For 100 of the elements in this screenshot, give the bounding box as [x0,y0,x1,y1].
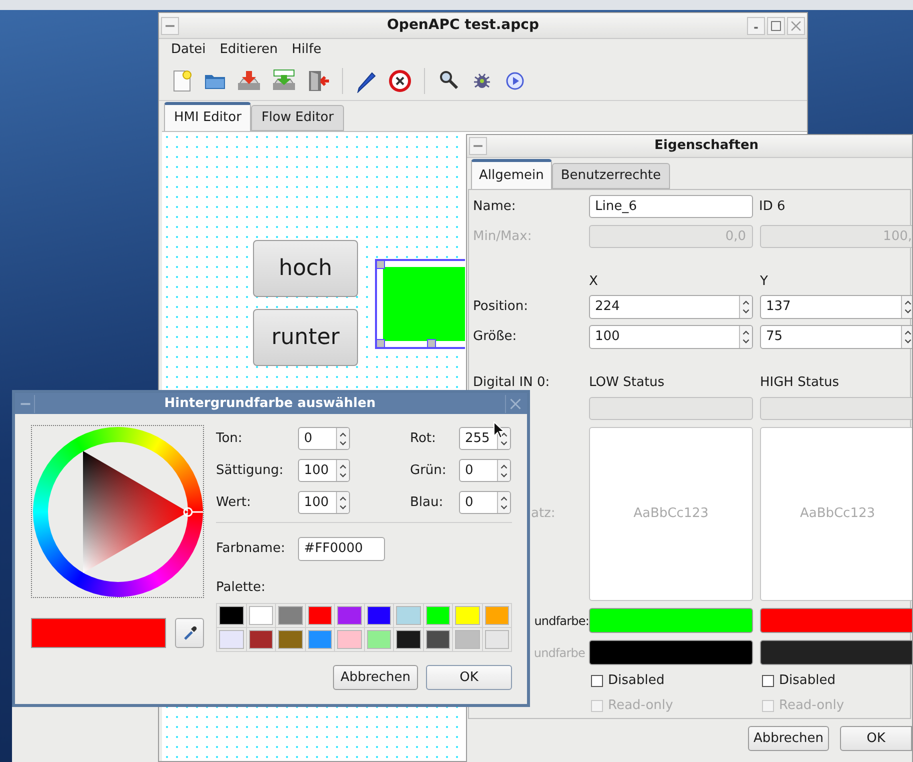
spin-box[interactable]: 0 [459,459,511,482]
spin-box[interactable]: 100 [298,491,350,514]
dialog-button[interactable]: Abbrechen [748,726,829,751]
tray-arrow-icon[interactable] [236,68,262,92]
palette-swatch[interactable] [308,606,332,625]
palette-swatch[interactable] [278,630,302,649]
palette-swatch[interactable] [308,630,332,649]
palette-swatch[interactable] [455,630,480,649]
color-picker[interactable] [31,425,204,598]
tab[interactable]: Flow Editor [251,105,344,131]
palette-swatch[interactable] [426,630,450,649]
field-label: Farbname: [216,541,286,556]
color-button[interactable] [760,608,912,633]
spin-box[interactable]: 224 [589,295,753,319]
canvas-button[interactable]: hoch [253,240,358,297]
palette-swatch[interactable] [248,606,273,625]
dialog-button[interactable]: Abbrechen [333,665,418,690]
spin-box[interactable]: 75 [760,325,912,349]
tab[interactable]: Benutzerrechte [552,163,670,189]
field-label: Position: [473,299,528,314]
field-label: Grün: [410,462,446,478]
menu-item[interactable]: Datei [171,40,206,60]
palette-swatch[interactable] [337,606,362,625]
color-name-field[interactable]: #FF0000 [298,537,385,561]
palette-swatch[interactable] [248,630,273,649]
spin-arrows-icon[interactable] [336,460,349,481]
dialog-button[interactable]: OK [840,726,912,751]
eyedropper-icon [182,625,198,641]
field-label: undfarbe: [534,612,589,630]
field-label: Name: [473,198,516,214]
tab[interactable]: Allgemein [471,159,552,189]
eyedropper-button[interactable] [175,618,204,648]
checkbox-label: Disabled [779,672,836,690]
cancel-circle-icon[interactable] [388,68,412,92]
field-label: Größe: [473,329,517,344]
palette-swatch[interactable] [219,630,244,649]
tray-arrow-icon[interactable] [271,68,297,92]
window-title: Hintergrundfarbe auswählen [164,394,376,413]
spin-box[interactable]: 100 [298,459,350,482]
menu-item[interactable]: Editieren [220,40,278,60]
spin-arrows-icon[interactable] [497,492,510,513]
palette-swatch[interactable] [484,606,509,625]
field-label: Rot: [410,430,436,446]
field-label: Palette: [216,579,266,598]
spin-arrows-icon[interactable] [739,326,752,348]
palette-swatch[interactable] [426,606,450,625]
max-field: 100, [760,225,912,248]
field-label: Min/Max: [473,228,532,244]
spin-arrows-icon[interactable] [497,460,510,481]
spin-arrows-icon[interactable] [901,296,912,318]
spin-arrows-icon[interactable] [739,296,752,318]
spin-arrows-icon[interactable] [336,492,349,513]
door-arrow-icon[interactable] [306,68,330,92]
palette-swatch[interactable] [337,630,362,649]
color-button[interactable] [589,640,753,665]
checkbox[interactable] [762,675,774,687]
maximize-icon[interactable] [767,16,785,34]
field-label: atz: [531,506,556,522]
spin-arrows-icon[interactable] [901,326,912,348]
menu-item[interactable]: Hilfe [292,40,322,60]
palette-swatch[interactable] [396,606,420,625]
spin-arrows-icon[interactable] [336,428,349,449]
field-label: Sättigung: [216,462,284,478]
palette-swatch[interactable] [366,606,391,625]
field-label: Ton: [216,430,242,446]
spin-box[interactable]: 100 [589,325,753,349]
palette-swatch[interactable] [219,606,244,625]
color-button[interactable] [760,640,912,665]
mouse-pointer-icon [493,421,505,439]
palette-swatch[interactable] [455,606,480,625]
checkbox-label: Disabled [608,672,664,690]
canvas-button[interactable]: runter [253,309,358,366]
tab[interactable]: HMI Editor [164,102,252,131]
column-heading: HIGH Status [760,374,840,392]
field-label: Wert: [216,494,251,510]
name-field[interactable]: Line_6 [589,195,753,218]
window-title: OpenAPC test.apcp [387,16,539,35]
field-label: undfarbe [534,644,585,662]
checkbox-label: Read-only [779,697,844,716]
palette-swatch[interactable] [484,630,509,649]
spin-box[interactable]: 0 [298,427,350,450]
checkbox-label: Read-only [608,697,674,716]
color-button[interactable] [589,608,753,633]
spin-box[interactable]: 137 [760,295,912,319]
field-label: Digital IN 0: [473,375,550,390]
min-field: 0,0 [589,225,753,248]
rectangle-shape[interactable] [375,259,465,349]
dialog-button[interactable]: OK [426,665,512,690]
column-heading: X [589,274,598,290]
palette-swatch[interactable] [278,606,302,625]
spin-box[interactable]: 0 [459,491,511,514]
close-icon[interactable] [787,16,805,34]
window-menu-icon[interactable] [161,16,179,34]
id-label: ID 6 [759,198,786,216]
palette-swatch[interactable] [366,630,391,649]
checkbox[interactable] [591,675,603,687]
spin-box[interactable]: 255 [459,427,511,450]
column-heading: Y [760,273,768,292]
window-menu-icon[interactable] [469,137,487,155]
palette-swatch[interactable] [396,630,420,649]
